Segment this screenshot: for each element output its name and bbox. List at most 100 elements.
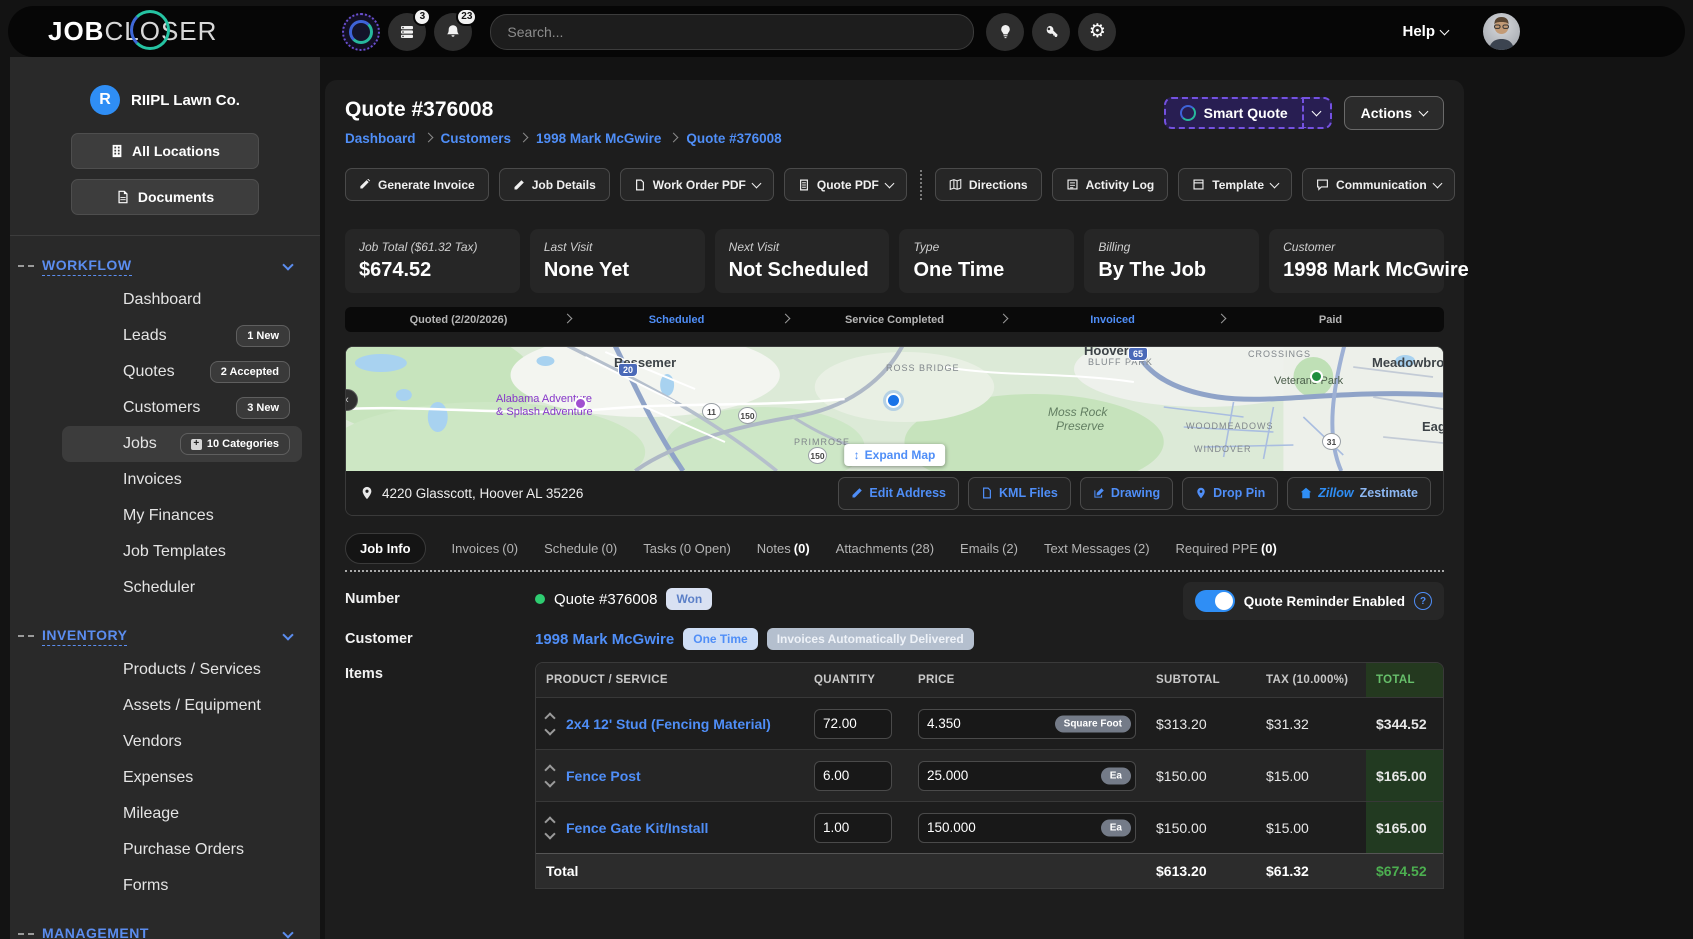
quantity-input[interactable]	[814, 709, 892, 739]
company-switcher[interactable]: R RIIPL Lawn Co.	[10, 85, 320, 115]
zillow-house-icon	[1300, 487, 1312, 499]
help-menu[interactable]: Help	[1402, 23, 1448, 40]
sidebar-item-scheduler[interactable]: Scheduler	[10, 570, 320, 606]
tab-job-info[interactable]: Job Info	[345, 533, 426, 564]
sidebar-item-jobs[interactable]: Jobs+10 Categories	[62, 426, 302, 462]
search-input[interactable]	[490, 14, 974, 50]
unit-badge[interactable]: Ea	[1101, 767, 1131, 784]
activity-log-button[interactable]: Activity Log	[1052, 168, 1169, 201]
total-tax: $61.32	[1256, 854, 1366, 889]
map-label: Preserve	[1056, 419, 1104, 433]
subtotal-cell: $313.20	[1146, 698, 1256, 750]
status-dot	[535, 594, 545, 604]
map[interactable]: Bessemer Alabama Adventure & Splash Adve…	[346, 347, 1443, 471]
quantity-input[interactable]	[814, 813, 892, 843]
expand-map-button[interactable]: ↕ Expand Map	[844, 444, 946, 466]
number-row: Number Quote #376008 Won Quote Reminder …	[345, 588, 1444, 610]
smart-quote-button[interactable]: Smart Quote	[1164, 97, 1304, 129]
map-label: Moss Rock	[1048, 405, 1107, 419]
tab-invoices[interactable]: Invoices(0)	[452, 541, 519, 556]
sidebar-item-assets-equipment[interactable]: Assets / Equipment	[10, 688, 320, 724]
section-management[interactable]: MANAGEMENT	[10, 918, 320, 939]
map-label: Eagle	[1422, 419, 1443, 434]
documents-button[interactable]: Documents	[71, 179, 259, 215]
tab-schedule[interactable]: Schedule(0)	[544, 541, 617, 556]
row-move-up-icon[interactable]	[544, 712, 555, 723]
settings-button[interactable]: ⚙	[1078, 13, 1116, 51]
drawing-button[interactable]: Drawing	[1080, 477, 1173, 510]
generate-invoice-button[interactable]: Generate Invoice	[345, 168, 489, 201]
product-link[interactable]: Fence Gate Kit/Install	[566, 820, 708, 836]
help-question-icon[interactable]: ?	[1414, 592, 1432, 610]
row-move-down-icon[interactable]	[544, 724, 555, 735]
sidebar-item-forms[interactable]: Forms	[10, 868, 320, 904]
product-link[interactable]: Fence Post	[566, 768, 641, 784]
all-locations-button[interactable]: All Locations	[71, 133, 259, 169]
address-bar: 4220 Glasscott, Hoover AL 35226 Edit Add…	[346, 471, 1443, 515]
row-move-up-icon[interactable]	[544, 764, 555, 775]
jobs-badge: +10 Categories	[180, 433, 290, 455]
work-order-pdf-button[interactable]: Work Order PDF	[620, 168, 774, 201]
tab-emails[interactable]: Emails(2)	[960, 541, 1018, 556]
ai-orb-icon[interactable]	[342, 13, 380, 51]
quote-pdf-button[interactable]: Quote PDF	[784, 168, 907, 201]
sidebar-item-vendors[interactable]: Vendors	[10, 724, 320, 760]
user-avatar[interactable]	[1483, 13, 1520, 50]
stage-scheduled[interactable]: Scheduled	[571, 314, 782, 326]
sidebar-item-quotes[interactable]: Quotes2 Accepted	[10, 354, 320, 390]
product-link[interactable]: 2x4 12' Stud (Fencing Material)	[566, 716, 771, 732]
sidebar-item-dashboard[interactable]: Dashboard	[10, 282, 320, 318]
sidebar-item-leads[interactable]: Leads1 New	[10, 318, 320, 354]
section-workflow[interactable]: WORKFLOW	[10, 250, 320, 282]
template-button[interactable]: Template	[1178, 168, 1292, 201]
tab-attachments[interactable]: Attachments(28)	[836, 541, 934, 556]
tab-notes[interactable]: Notes(0)	[757, 541, 810, 556]
row-move-down-icon[interactable]	[544, 776, 555, 787]
stat-customer: Customer 1998 Mark McGwire	[1269, 229, 1444, 293]
quote-reminder-toggle[interactable]	[1195, 590, 1235, 612]
unit-badge[interactable]: Square Foot	[1055, 715, 1131, 732]
tab-text-messages[interactable]: Text Messages(2)	[1044, 541, 1150, 556]
section-inventory[interactable]: INVENTORY	[10, 620, 320, 652]
logo-o-ring: O	[140, 16, 161, 47]
api-keys-button[interactable]	[1032, 13, 1070, 51]
breadcrumb-customer-name[interactable]: 1998 Mark McGwire	[536, 131, 661, 146]
customer-link[interactable]: 1998 Mark McGwire	[535, 631, 674, 648]
row-move-up-icon[interactable]	[544, 816, 555, 827]
edit-address-button[interactable]: Edit Address	[838, 477, 959, 510]
tab-tasks[interactable]: Tasks(0 Open)	[643, 541, 731, 556]
job-details-button[interactable]: Job Details	[499, 168, 610, 201]
sidebar-item-invoices[interactable]: Invoices	[10, 462, 320, 498]
sidebar-item-products-services[interactable]: Products / Services	[10, 652, 320, 688]
toolbar-divider	[920, 170, 922, 200]
inbox-button[interactable]: 3	[388, 13, 426, 51]
stat-type: Type One Time	[899, 229, 1074, 293]
drop-pin-button[interactable]: Drop Pin	[1182, 477, 1278, 510]
breadcrumb-current: Quote #376008	[686, 131, 781, 146]
sidebar-item-expenses[interactable]: Expenses	[10, 760, 320, 796]
sidebar-item-purchase-orders[interactable]: Purchase Orders	[10, 832, 320, 868]
quantity-input[interactable]	[814, 761, 892, 791]
document-icon	[798, 179, 810, 191]
sidebar-item-mileage[interactable]: Mileage	[10, 796, 320, 832]
breadcrumb-dashboard[interactable]: Dashboard	[345, 131, 416, 146]
row-move-down-icon[interactable]	[544, 828, 555, 839]
kml-files-button[interactable]: KML Files	[968, 477, 1071, 510]
communication-button[interactable]: Communication	[1302, 168, 1455, 201]
actions-button[interactable]: Actions	[1344, 96, 1444, 130]
directions-button[interactable]: Directions	[935, 168, 1042, 201]
unit-badge[interactable]: Ea	[1101, 819, 1131, 836]
sidebar-item-my-finances[interactable]: My Finances	[10, 498, 320, 534]
sidebar-item-job-templates[interactable]: Job Templates	[10, 534, 320, 570]
sidebar-item-customers[interactable]: Customers3 New	[10, 390, 320, 426]
stage-invoiced[interactable]: Invoiced	[1007, 314, 1218, 326]
tab-required-ppe[interactable]: Required PPE(0)	[1176, 541, 1277, 556]
notifications-button[interactable]: 23	[434, 13, 472, 51]
zillow-zestimate-button[interactable]: Zillow Zestimate	[1287, 477, 1431, 510]
tips-button[interactable]	[986, 13, 1024, 51]
total-cell: $344.52	[1366, 698, 1444, 750]
breadcrumb-customers[interactable]: Customers	[441, 131, 512, 146]
section-dash	[18, 933, 34, 935]
won-badge: Won	[666, 588, 712, 610]
smart-quote-caret-button[interactable]	[1304, 97, 1332, 129]
